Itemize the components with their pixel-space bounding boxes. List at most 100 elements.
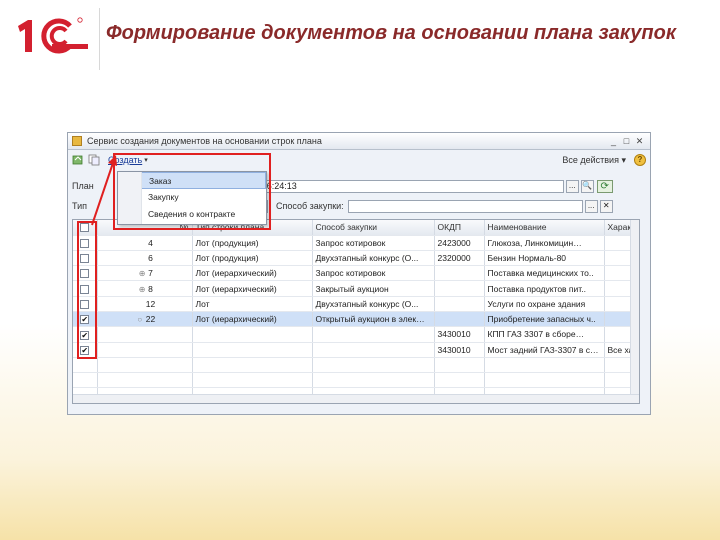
row-method: Двухэтапный конкурс (О... bbox=[312, 296, 435, 312]
row-okdp: 2423000 bbox=[434, 235, 485, 251]
row-checkbox[interactable]: ✔ bbox=[80, 345, 90, 355]
row-checkbox[interactable] bbox=[80, 299, 90, 309]
row-okdp: 3430010 bbox=[434, 342, 485, 358]
row-name: Услуги по охране здания bbox=[484, 296, 605, 312]
select-all-checkbox[interactable] bbox=[80, 223, 90, 233]
method-select-button[interactable]: ... bbox=[584, 199, 598, 213]
row-marker-icon[interactable]: ⊕ bbox=[136, 285, 148, 294]
row-checkbox-cell[interactable] bbox=[73, 296, 98, 312]
window-titlebar: Сервис создания документов на основании … bbox=[68, 133, 650, 150]
row-type bbox=[192, 342, 313, 358]
row-checkbox[interactable] bbox=[80, 284, 90, 294]
row-num-cell: 12 bbox=[97, 296, 193, 312]
horizontal-scrollbar[interactable] bbox=[73, 394, 639, 403]
row-checkbox-cell[interactable]: ✔ bbox=[73, 342, 98, 358]
table-row[interactable]: 6 Лот (продукция) Двухэтапный конкурс (О..… bbox=[73, 250, 639, 267]
col-check-header[interactable] bbox=[73, 220, 98, 236]
table-row[interactable]: ✔ 3430010 КПП ГАЗ 3307 в сборе… bbox=[73, 326, 639, 343]
method-field[interactable] bbox=[347, 199, 583, 213]
row-num-cell: 6 bbox=[97, 250, 193, 267]
table-row[interactable]: 4 Лот (продукция) Запрос котировок 2423000 Г… bbox=[73, 235, 639, 251]
table-row[interactable]: ✔ ○ 22 Лот (иерархический) Открытый аукцион … bbox=[73, 311, 639, 328]
row-num: 12 bbox=[145, 298, 156, 309]
row-marker-icon[interactable]: ⊕ bbox=[136, 269, 148, 278]
row-num: 6 bbox=[148, 252, 153, 263]
row-num: 4 bbox=[148, 237, 153, 248]
row-checkbox[interactable] bbox=[80, 254, 90, 264]
1c-logo-icon bbox=[18, 17, 88, 54]
row-name: Бензин Нормаль-80 bbox=[484, 250, 605, 267]
refresh-plan-button[interactable]: ⟳ bbox=[596, 179, 613, 193]
table-row[interactable]: ✔ 3430010 Мост задний ГАЗ-3307 в с… Все ха bbox=[73, 342, 639, 358]
help-button[interactable]: ? bbox=[634, 154, 646, 166]
row-name: Поставка медицинских то.. bbox=[484, 265, 605, 282]
row-type: Лот (иерархический) bbox=[192, 280, 313, 297]
row-name: Глюкоза, Линкомицин… bbox=[484, 235, 605, 251]
plan-lines-table: № Тип строки плана Способ закупки ОКДП Н… bbox=[72, 219, 640, 404]
row-type: Лот (иерархический) bbox=[192, 265, 313, 282]
row-okdp bbox=[434, 280, 485, 297]
row-num-cell bbox=[97, 326, 193, 343]
row-num: 22 bbox=[145, 314, 156, 325]
window-title: Сервис создания документов на основании … bbox=[87, 136, 322, 146]
plan-select-button[interactable]: ... bbox=[565, 179, 579, 193]
row-checkbox-cell[interactable] bbox=[73, 250, 98, 267]
row-checkbox[interactable]: ✔ bbox=[80, 315, 90, 325]
row-num-cell: ⊕ 8 bbox=[97, 280, 193, 297]
row-checkbox-cell[interactable] bbox=[73, 235, 98, 251]
method-clear-button[interactable]: ✕ bbox=[599, 199, 613, 213]
row-method bbox=[312, 342, 435, 358]
header-divider bbox=[99, 8, 100, 70]
row-num: 8 bbox=[148, 283, 153, 294]
row-checkbox-cell[interactable]: ✔ bbox=[73, 311, 98, 328]
row-method bbox=[312, 326, 435, 343]
row-num-cell: ○ 22 bbox=[97, 311, 193, 328]
menu-gutter bbox=[118, 172, 142, 224]
row-name: Мост задний ГАЗ-3307 в с… bbox=[484, 342, 605, 358]
refresh-icon[interactable] bbox=[72, 154, 84, 166]
row-method: Запрос котировок bbox=[312, 265, 435, 282]
row-method: Открытый аукцион в элек… bbox=[312, 311, 435, 328]
table-row[interactable]: ⊕ 7 Лот (иерархический) Запрос котировок Пос… bbox=[73, 265, 639, 282]
row-checkbox-cell[interactable] bbox=[73, 265, 98, 282]
plan-label: План bbox=[72, 181, 94, 191]
col-name-header[interactable]: Наименование bbox=[484, 220, 605, 236]
col-method-header[interactable]: Способ закупки bbox=[312, 220, 435, 236]
row-num-cell bbox=[97, 342, 193, 358]
row-marker-icon[interactable]: ○ bbox=[134, 315, 146, 324]
minimize-button[interactable]: _ bbox=[607, 136, 620, 146]
row-method: Двухэтапный конкурс (О... bbox=[312, 250, 435, 267]
empty-row bbox=[73, 372, 639, 389]
all-actions-button[interactable]: Все действия ▾ bbox=[562, 155, 626, 166]
row-checkbox[interactable]: ✔ bbox=[80, 330, 90, 340]
chevron-down-icon: ▾ bbox=[621, 154, 626, 165]
row-okdp: 2320000 bbox=[434, 250, 485, 267]
row-num-cell: 4 bbox=[97, 235, 193, 251]
empty-row bbox=[73, 357, 639, 374]
create-dropdown-arrow-icon[interactable]: ▾ bbox=[144, 156, 148, 164]
row-method: Закрытый аукцион bbox=[312, 280, 435, 297]
copy-icon[interactable] bbox=[88, 154, 100, 166]
table-row[interactable]: ⊕ 8 Лот (иерархический) Закрытый аукцион Пос… bbox=[73, 280, 639, 297]
row-checkbox-cell[interactable]: ✔ bbox=[73, 326, 98, 343]
close-button[interactable]: ✕ bbox=[633, 136, 646, 147]
row-name: Приобретение запасных ч.. bbox=[484, 311, 605, 328]
plan-field[interactable]: … 13 16:24:13 bbox=[233, 179, 564, 193]
create-dropdown-menu: Заказ Закупку Сведения о контракте bbox=[117, 171, 267, 225]
col-okdp-header[interactable]: ОКДП bbox=[434, 220, 485, 236]
row-okdp bbox=[434, 296, 485, 312]
row-checkbox-cell[interactable] bbox=[73, 280, 98, 297]
table-row[interactable]: 12 Лот Двухэтапный конкурс (О... Услуги по … bbox=[73, 296, 639, 312]
row-num: 7 bbox=[148, 268, 153, 279]
row-checkbox[interactable] bbox=[80, 269, 90, 279]
row-checkbox[interactable] bbox=[80, 238, 90, 248]
row-method: Запрос котировок bbox=[312, 235, 435, 251]
row-type: Лот (продукция) bbox=[192, 250, 313, 267]
slide-title: Формирование документов на основании пла… bbox=[106, 22, 676, 44]
create-button[interactable]: Создать bbox=[108, 155, 142, 165]
row-type: Лот (иерархический) bbox=[192, 311, 313, 328]
type-label: Тип bbox=[72, 201, 88, 211]
plan-open-button[interactable]: 🔍 bbox=[580, 179, 594, 193]
vertical-scrollbar[interactable] bbox=[630, 220, 639, 403]
maximize-button[interactable]: □ bbox=[620, 136, 633, 146]
